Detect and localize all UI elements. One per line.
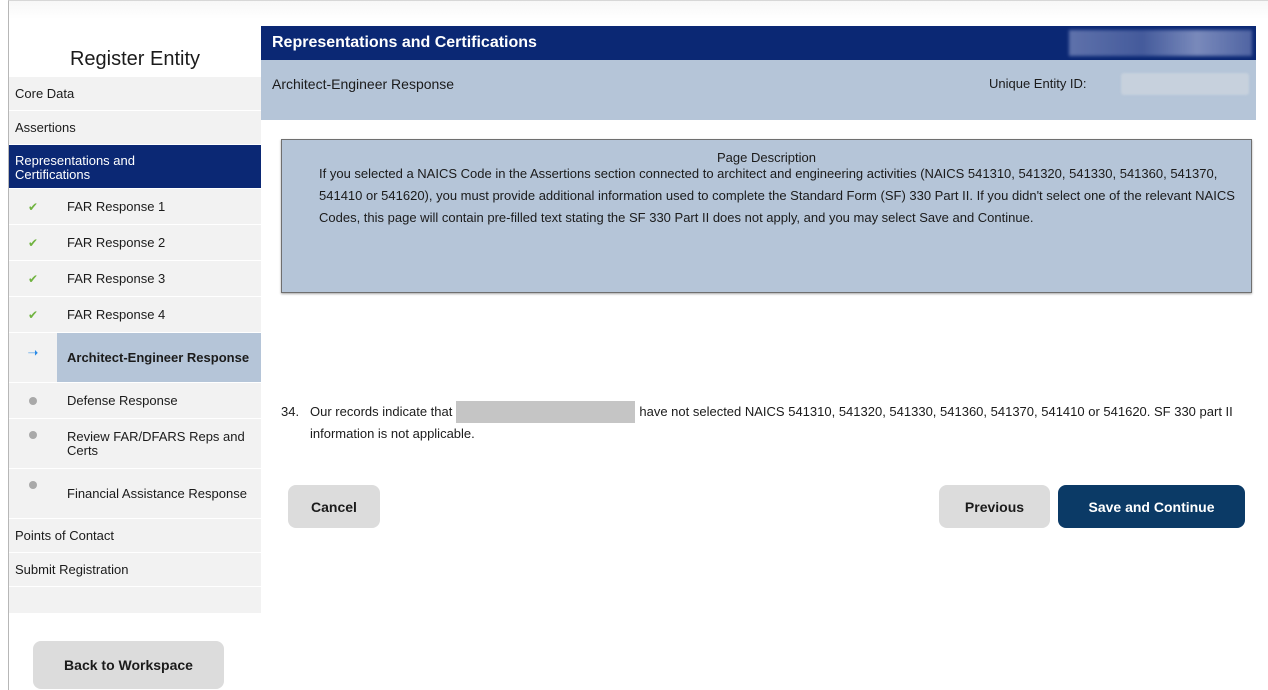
sidebar-title: Register Entity	[9, 19, 261, 77]
page-description-text: If you selected a NAICS Code in the Asse…	[319, 166, 1235, 225]
arrow-right-icon: ➝	[27, 345, 39, 360]
back-to-workspace-button[interactable]: Back to Workspace	[33, 641, 224, 689]
sidebar-subitem-far-response-1[interactable]: ✔ FAR Response 1	[9, 189, 261, 225]
check-icon: ✔	[27, 235, 39, 250]
sidebar-item-reps-certs[interactable]: Representations and Certifications	[9, 145, 261, 189]
sidebar-item-label: Assertions	[15, 120, 76, 135]
question-text-before: Our records indicate that	[310, 404, 453, 419]
sidebar-subitem-label: FAR Response 2	[57, 225, 261, 260]
sidebar-item-submit-registration[interactable]: Submit Registration	[9, 553, 261, 587]
top-strip	[9, 1, 1268, 19]
sidebar-item-label: Points of Contact	[15, 528, 114, 543]
previous-button[interactable]: Previous	[939, 485, 1050, 528]
app-frame: Register Entity Core Data Assertions Rep…	[8, 0, 1268, 690]
unique-entity-id-label: Unique Entity ID:	[989, 76, 1087, 91]
redacted-entity-name	[456, 401, 636, 423]
sidebar-subitem-defense-response[interactable]: Defense Response	[9, 383, 261, 419]
question-number: 34.	[281, 404, 300, 419]
sidebar-subitem-architect-engineer[interactable]: ➝ Architect-Engineer Response	[9, 333, 261, 383]
sidebar-subitem-label: FAR Response 4	[57, 297, 261, 332]
page-description-box: Page Description If you selected a NAICS…	[281, 139, 1252, 293]
check-icon: ✔	[27, 271, 39, 286]
redacted-entity-name	[1069, 30, 1252, 56]
pending-dot-icon	[29, 481, 37, 489]
sidebar-subitem-review-far-dfars[interactable]: Review FAR/DFARS Reps and Certs	[9, 419, 261, 469]
sidebar-item-label: Submit Registration	[15, 562, 129, 577]
sidebar-item-label: Representations and Certifications	[15, 152, 135, 182]
sidebar-subitem-label: Financial Assistance Response	[57, 469, 261, 518]
pending-dot-icon	[29, 431, 37, 439]
sidebar-subitem-label: FAR Response 1	[57, 189, 261, 224]
save-and-continue-button[interactable]: Save and Continue	[1058, 485, 1245, 528]
section-header: Representations and Certifications	[261, 26, 1256, 60]
sidebar-item-label: Core Data	[15, 86, 75, 101]
page-title: Architect-Engineer Response	[272, 76, 455, 92]
sidebar: Register Entity Core Data Assertions Rep…	[9, 19, 261, 613]
page-subheader: Architect-Engineer Response Unique Entit…	[261, 60, 1256, 120]
pending-dot-icon	[29, 396, 37, 405]
sidebar-subitem-far-response-4[interactable]: ✔ FAR Response 4	[9, 297, 261, 333]
sidebar-item-points-of-contact[interactable]: Points of Contact	[9, 519, 261, 553]
sidebar-item-core-data[interactable]: Core Data	[9, 77, 261, 111]
cancel-button[interactable]: Cancel	[288, 485, 380, 528]
sidebar-subitem-far-response-2[interactable]: ✔ FAR Response 2	[9, 225, 261, 261]
section-title: Representations and Certifications	[272, 34, 537, 51]
sidebar-subitem-label: Defense Response	[57, 383, 261, 418]
sidebar-item-assertions[interactable]: Assertions	[9, 111, 261, 145]
sidebar-subitem-label: Architect-Engineer Response	[57, 333, 261, 382]
sidebar-subitem-label: Review FAR/DFARS Reps and Certs	[57, 419, 261, 468]
sidebar-subitem-far-response-3[interactable]: ✔ FAR Response 3	[9, 261, 261, 297]
question-34: 34. Our records indicate that have not se…	[281, 401, 1241, 445]
check-icon: ✔	[27, 307, 39, 322]
check-icon: ✔	[27, 199, 39, 214]
sidebar-subitem-label: FAR Response 3	[57, 261, 261, 296]
main-content: Representations and Certifications Archi…	[261, 26, 1256, 528]
redacted-unique-entity-id	[1121, 73, 1249, 95]
sidebar-subitem-financial-assistance[interactable]: Financial Assistance Response	[9, 469, 261, 519]
